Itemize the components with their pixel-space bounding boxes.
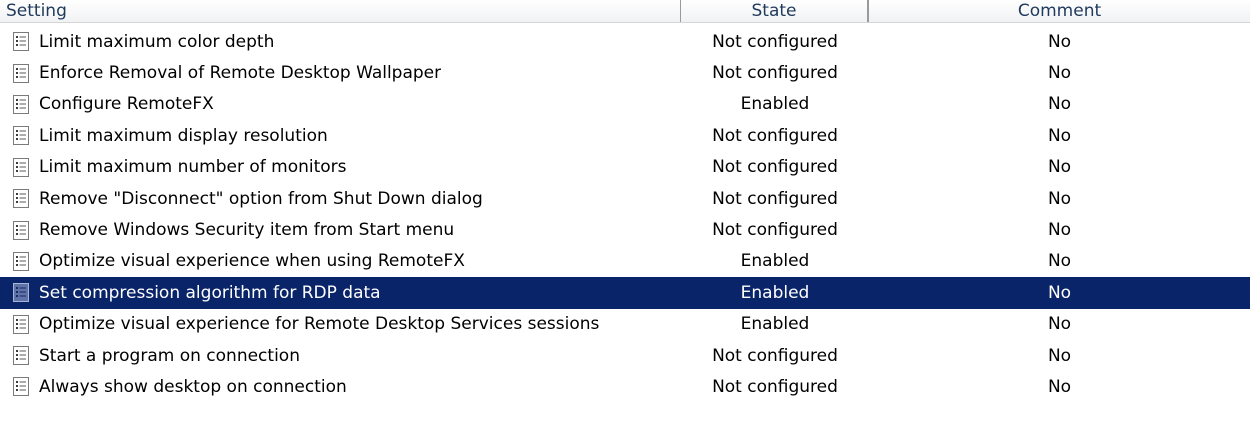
table-row[interactable]: Start a program on connection Not configu…: [0, 340, 1250, 371]
table-row[interactable]: Set compression algorithm for RDP data En…: [0, 277, 1250, 309]
policy-setting-icon: [12, 157, 30, 178]
table-row[interactable]: Limit maximum display resolution Not conf…: [0, 120, 1250, 151]
cell-setting: Set compression algorithm for RDP data: [0, 282, 681, 303]
policy-setting-icon: [12, 376, 30, 397]
table-row[interactable]: Remove "Disconnect" option from Shut Dow…: [0, 183, 1250, 214]
setting-name: Limit maximum number of monitors: [39, 157, 347, 178]
column-header-setting[interactable]: Setting: [0, 0, 681, 22]
cell-setting: Enforce Removal of Remote Desktop Wallpa…: [0, 63, 681, 84]
setting-name: Always show desktop on connection: [39, 376, 347, 397]
setting-state: Enabled: [740, 94, 810, 115]
table-row[interactable]: Limit maximum color depth Not configured N…: [0, 26, 1250, 57]
policy-setting-icon: [12, 251, 30, 272]
setting-state: Enabled: [740, 314, 810, 335]
table-row[interactable]: Optimize visual experience for Remote De…: [0, 309, 1250, 340]
policy-settings-list: Setting State Comment Limit maximum colo…: [0, 0, 1250, 431]
column-header-state[interactable]: State: [681, 0, 869, 22]
setting-comment: No: [1047, 31, 1072, 52]
policy-setting-icon: [12, 94, 30, 115]
policy-setting-icon: [12, 125, 30, 146]
cell-setting: Remove Windows Security item from Start …: [0, 220, 681, 241]
cell-setting: Optimize visual experience when using Re…: [0, 251, 681, 272]
setting-name: Optimize visual experience when using Re…: [39, 251, 465, 272]
cell-setting: Remove "Disconnect" option from Shut Dow…: [0, 188, 681, 209]
cell-setting: Start a program on connection: [0, 345, 681, 366]
setting-name: Optimize visual experience for Remote De…: [39, 314, 600, 335]
setting-name: Enforce Removal of Remote Desktop Wallpa…: [39, 63, 442, 84]
setting-comment: No: [1047, 188, 1072, 209]
setting-comment: No: [1047, 125, 1072, 146]
setting-state: Not configured: [712, 31, 838, 52]
policy-setting-icon: [12, 188, 30, 209]
policy-setting-icon: [12, 314, 30, 335]
policy-setting-icon: [12, 345, 30, 366]
cell-setting: Always show desktop on connection: [0, 376, 681, 397]
policy-rows: Limit maximum color depth Not configured N…: [0, 23, 1250, 403]
policy-setting-icon: [12, 63, 30, 84]
policy-setting-icon: [12, 220, 30, 241]
setting-state: Not configured: [712, 157, 838, 178]
setting-state: Not configured: [712, 63, 838, 84]
setting-name: Set compression algorithm for RDP data: [39, 282, 381, 303]
setting-state: Enabled: [740, 282, 810, 303]
table-row[interactable]: Enforce Removal of Remote Desktop Wallpa…: [0, 57, 1250, 88]
cell-setting: Limit maximum display resolution: [0, 125, 681, 146]
setting-name: Remove "Disconnect" option from Shut Dow…: [39, 188, 483, 209]
setting-comment: No: [1047, 251, 1072, 272]
table-row[interactable]: Optimize visual experience when using Re…: [0, 246, 1250, 277]
setting-state: Not configured: [712, 188, 838, 209]
cell-setting: Limit maximum color depth: [0, 31, 681, 52]
table-row[interactable]: Always show desktop on connection Not con…: [0, 371, 1250, 402]
policy-setting-icon: [12, 31, 30, 52]
setting-comment: No: [1047, 282, 1072, 303]
setting-state: Not configured: [712, 376, 838, 397]
setting-name: Limit maximum color depth: [39, 31, 275, 52]
setting-state: Enabled: [740, 251, 810, 272]
setting-state: Not configured: [712, 125, 838, 146]
setting-state: Not configured: [712, 345, 838, 366]
column-header-comment[interactable]: Comment: [869, 0, 1250, 22]
setting-name: Limit maximum display resolution: [39, 125, 328, 146]
setting-comment: No: [1047, 345, 1072, 366]
setting-comment: No: [1047, 94, 1072, 115]
setting-state: Not configured: [712, 220, 838, 241]
setting-comment: No: [1047, 376, 1072, 397]
cell-setting: Limit maximum number of monitors: [0, 157, 681, 178]
column-header-bar: Setting State Comment: [0, 0, 1250, 23]
setting-comment: No: [1047, 220, 1072, 241]
table-row[interactable]: Configure RemoteFX Enabled No: [0, 89, 1250, 120]
cell-setting: Configure RemoteFX: [0, 94, 681, 115]
setting-name: Remove Windows Security item from Start …: [39, 220, 455, 241]
setting-name: Start a program on connection: [39, 345, 300, 366]
policy-setting-icon: [12, 282, 30, 303]
table-row[interactable]: Limit maximum number of monitors Not conf…: [0, 152, 1250, 183]
setting-name: Configure RemoteFX: [39, 94, 214, 115]
setting-comment: No: [1047, 314, 1072, 335]
setting-comment: No: [1047, 157, 1072, 178]
setting-comment: No: [1047, 63, 1072, 84]
cell-setting: Optimize visual experience for Remote De…: [0, 314, 681, 335]
table-row[interactable]: Remove Windows Security item from Start …: [0, 214, 1250, 245]
